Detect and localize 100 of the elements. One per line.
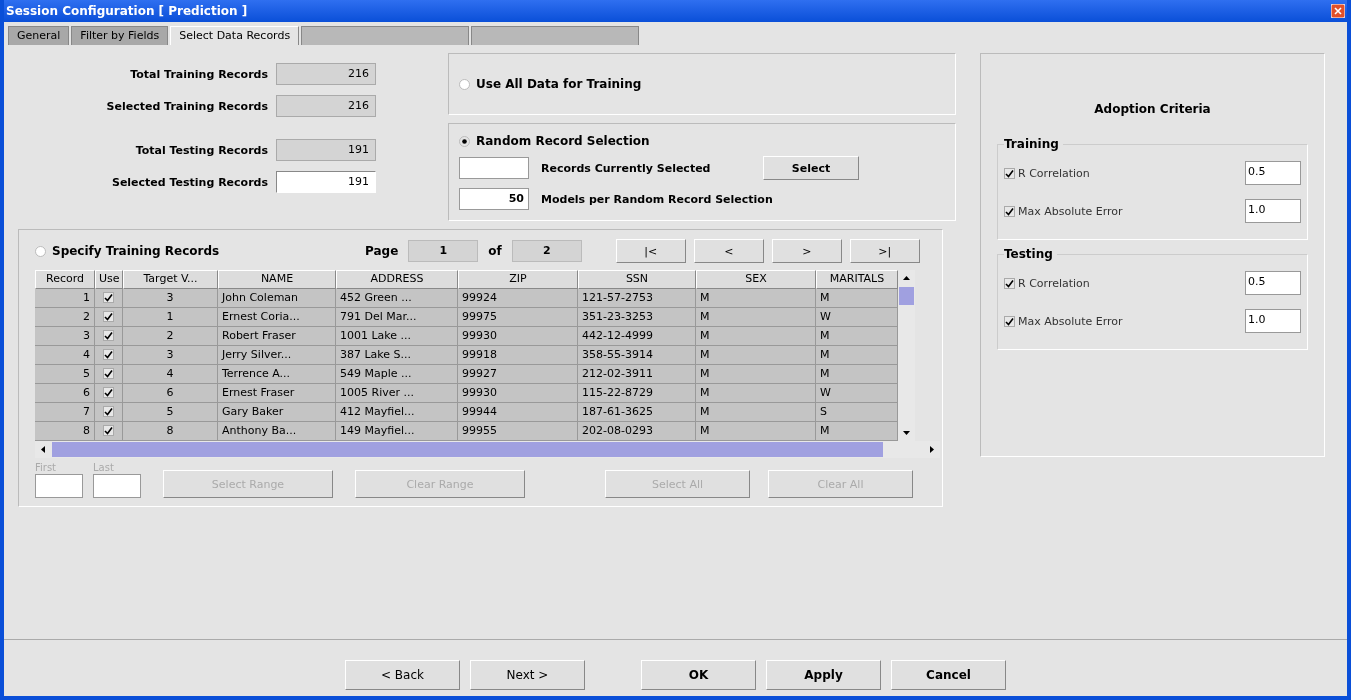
table-cell: 115-22-8729 — [578, 384, 696, 403]
vertical-scrollbar[interactable] — [898, 270, 915, 441]
radio-button[interactable] — [459, 135, 470, 147]
table-cell: 99924 — [458, 289, 578, 308]
table-cell: 99930 — [458, 384, 578, 403]
column-header[interactable]: ADDRESS — [336, 270, 458, 289]
table-cell: S — [816, 403, 898, 422]
table-cell: Robert Fraser — [218, 327, 336, 346]
table-cell: 1 — [123, 308, 218, 327]
radio-label: Random Record Selection — [476, 134, 650, 148]
table-cell: 1001 Lake ... — [336, 327, 458, 346]
dialog-button[interactable]: Next > — [470, 660, 585, 690]
table-cell: Jerry Silver... — [218, 346, 336, 365]
scroll-thumb[interactable] — [52, 442, 883, 457]
table-cell: 8 — [35, 422, 95, 441]
threshold-field[interactable]: 1.0 — [1245, 309, 1301, 333]
column-header[interactable]: Record — [35, 270, 95, 289]
scroll-thumb[interactable] — [899, 287, 914, 305]
table-cell: W — [816, 308, 898, 327]
close-icon[interactable] — [1331, 4, 1345, 18]
radio-button[interactable] — [35, 245, 46, 257]
table-cell: Gary Baker — [218, 403, 336, 422]
table-cell: 1005 River ... — [336, 384, 458, 403]
page-nav-button[interactable]: >| — [849, 239, 920, 263]
page-nav-button[interactable]: > — [771, 239, 842, 263]
radio-label: Use All Data for Training — [476, 77, 642, 91]
tab[interactable]: Filter by Fields — [71, 26, 169, 45]
threshold-field[interactable]: 0.5 — [1245, 161, 1301, 185]
criterion-checkbox[interactable] — [1004, 315, 1015, 327]
use-checkbox[interactable] — [103, 387, 114, 398]
table-cell: W — [816, 384, 898, 403]
window-title: Session Configuration [ Prediction ] — [6, 4, 248, 18]
radio-label: Specify Training Records — [52, 244, 220, 258]
table-cell: 187-61-3625 — [578, 403, 696, 422]
table-cell: 4 — [35, 346, 95, 365]
selected-count-field[interactable] — [459, 157, 529, 179]
count-field: 191 — [276, 139, 376, 161]
table-cell: 99918 — [458, 346, 578, 365]
field-label: First — [35, 462, 58, 473]
column-header[interactable]: SSN — [578, 270, 696, 289]
dialog-button[interactable]: Apply — [766, 660, 881, 690]
table-cell: 2 — [123, 327, 218, 346]
page-count-field: 2 — [511, 240, 582, 262]
dialog-button[interactable]: OK — [641, 660, 756, 690]
radio-button[interactable] — [459, 78, 470, 90]
dialog-button[interactable]: < Back — [345, 660, 460, 690]
table-cell: 5 — [35, 365, 95, 384]
tab[interactable]: Select Data Records — [170, 26, 300, 45]
table-cell: 4 — [123, 365, 218, 384]
use-checkbox[interactable] — [103, 349, 114, 360]
field-label: Models per Random Record Selection — [541, 192, 773, 206]
models-field[interactable]: 50 — [459, 188, 529, 210]
horizontal-scrollbar[interactable] — [35, 441, 940, 458]
table-cell: 7 — [35, 403, 95, 422]
table-cell: M — [816, 365, 898, 384]
page-label: of — [488, 244, 502, 258]
table-cell: 99944 — [458, 403, 578, 422]
field-label: Total Testing Records — [134, 143, 268, 157]
table-cell: 452 Green ... — [336, 289, 458, 308]
count-field: 216 — [276, 63, 376, 85]
count-field[interactable]: 191 — [276, 171, 376, 193]
criterion-label: Max Absolute Error — [1018, 314, 1123, 328]
criterion-checkbox[interactable] — [1004, 277, 1015, 289]
use-checkbox[interactable] — [103, 368, 114, 379]
use-checkbox[interactable] — [103, 425, 114, 436]
column-header[interactable]: MARITALS — [816, 270, 898, 289]
page-nav-button[interactable]: |< — [615, 239, 686, 263]
table-cell: M — [696, 327, 816, 346]
table-cell: 358-55-3914 — [578, 346, 696, 365]
table-cell: 99927 — [458, 365, 578, 384]
table-cell: M — [816, 422, 898, 441]
use-checkbox[interactable] — [103, 406, 114, 417]
select-button[interactable]: Select — [763, 156, 859, 180]
column-header[interactable]: Use — [95, 270, 123, 289]
panel-title: Adoption Criteria — [1093, 102, 1212, 116]
column-header[interactable]: NAME — [218, 270, 336, 289]
table-cell: 99975 — [458, 308, 578, 327]
use-checkbox[interactable] — [103, 330, 114, 341]
page-nav-button[interactable]: < — [693, 239, 764, 263]
dialog-button[interactable]: Cancel — [891, 660, 1006, 690]
criterion-checkbox[interactable] — [1004, 205, 1015, 217]
criterion-checkbox[interactable] — [1004, 167, 1015, 179]
column-header[interactable]: ZIP — [458, 270, 578, 289]
use-checkbox[interactable] — [103, 311, 114, 322]
use-checkbox[interactable] — [103, 292, 114, 303]
threshold-field[interactable]: 1.0 — [1245, 199, 1301, 223]
table-cell: 6 — [123, 384, 218, 403]
table-cell: 202-08-0293 — [578, 422, 696, 441]
threshold-field[interactable]: 0.5 — [1245, 271, 1301, 295]
last-field[interactable] — [93, 474, 141, 498]
first-field[interactable] — [35, 474, 83, 498]
table-cell: 2 — [35, 308, 95, 327]
tab[interactable]: General — [8, 26, 70, 45]
table-cell: M — [696, 365, 816, 384]
table-cell: 791 Del Mar... — [336, 308, 458, 327]
column-header[interactable]: Target V... — [123, 270, 218, 289]
column-header[interactable]: SEX — [696, 270, 816, 289]
table-cell: John Coleman — [218, 289, 336, 308]
field-label: Selected Training Records — [105, 99, 268, 113]
table-cell: 3 — [35, 327, 95, 346]
